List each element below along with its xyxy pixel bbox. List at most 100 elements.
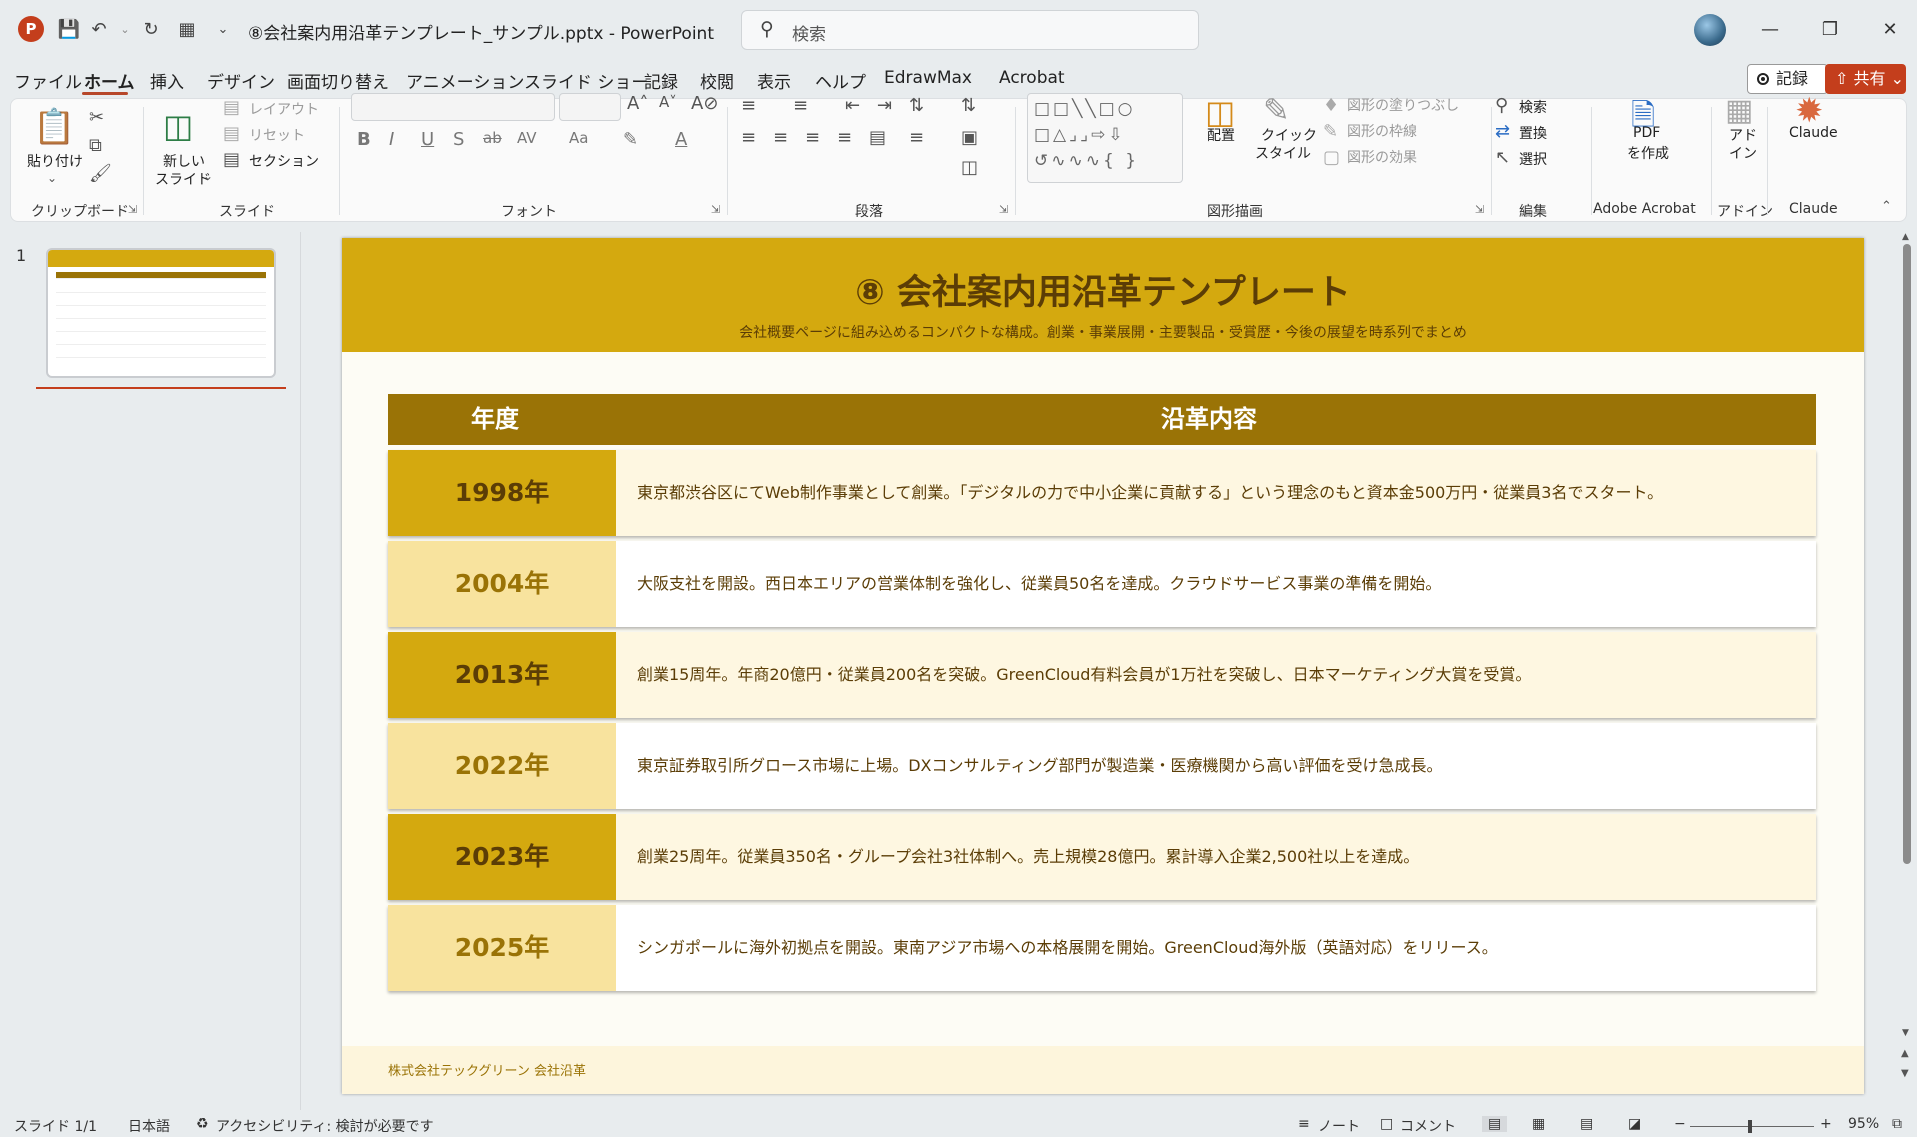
table-row[interactable]: 2025年 シンガポールに海外初拠点を開設。東南アジア市場への本格展開を開始。G… <box>388 905 1816 991</box>
tab-design[interactable]: デザイン <box>207 68 275 93</box>
language-indicator[interactable]: 日本語 <box>128 1116 170 1136</box>
align-right-icon[interactable]: ≡ <box>805 127 820 148</box>
paragraph-launcher-icon[interactable]: ⇲ <box>999 203 1008 216</box>
clipboard-launcher-icon[interactable]: ⇲ <box>128 203 137 216</box>
font-color-icon[interactable]: A <box>675 129 687 150</box>
next-slide-icon[interactable]: ▼ <box>1901 1068 1909 1079</box>
font-launcher-icon[interactable]: ⇲ <box>711 203 720 216</box>
zoom-out-icon[interactable]: − <box>1674 1116 1686 1132</box>
claude-button[interactable]: Claude <box>1789 125 1838 141</box>
smartart-icon[interactable]: ◫ <box>961 157 978 178</box>
increase-indent-icon[interactable]: ⇥ <box>877 95 892 116</box>
scroll-up-icon[interactable]: ▲ <box>1902 232 1909 242</box>
vertical-scrollbar[interactable]: ▲ ▼ ▲ ▼ <box>1898 232 1917 1110</box>
share-button[interactable]: ⇧ 共有 ⌄ <box>1825 64 1906 94</box>
tab-animations[interactable]: アニメーション <box>406 68 524 93</box>
accessibility-status[interactable]: アクセシビリティ: 検討が必要です <box>216 1116 434 1136</box>
bold-icon[interactable]: B <box>357 129 371 150</box>
reading-view-icon[interactable]: ▤ <box>1580 1116 1593 1132</box>
highlight-icon[interactable]: ✎ <box>623 129 638 150</box>
previous-slide-icon[interactable]: ▲ <box>1901 1048 1909 1059</box>
char-spacing-icon[interactable]: AV <box>517 129 537 147</box>
comments-button[interactable]: コメント <box>1400 1116 1456 1136</box>
section-icon[interactable]: ▤ <box>223 149 240 170</box>
align-left-icon[interactable]: ≡ <box>741 127 756 148</box>
new-slide-icon[interactable]: ◫ <box>163 107 193 145</box>
cut-icon[interactable]: ✂ <box>89 107 104 128</box>
replace-icon[interactable]: ⇄ <box>1495 121 1510 142</box>
select-button[interactable]: 選択 <box>1519 149 1547 169</box>
fit-to-window-icon[interactable]: ⧉ <box>1892 1116 1902 1132</box>
clear-format-icon[interactable]: A⊘ <box>691 93 718 114</box>
tab-edrawmax[interactable]: EdrawMax <box>884 68 972 88</box>
table-row[interactable]: 2022年 東京証券取引所グロース市場に上場。DXコンサルティング部門が製造業・… <box>388 723 1816 809</box>
scrollbar-thumb[interactable] <box>1903 244 1911 864</box>
paste-dropdown-icon[interactable]: ⌄ <box>47 171 57 185</box>
new-slide-label[interactable]: 新しい <box>163 151 205 171</box>
font-name-combo[interactable] <box>351 93 555 121</box>
align-center-icon[interactable]: ≡ <box>773 127 788 148</box>
numbering-icon[interactable]: ≡ <box>793 95 808 116</box>
tab-review[interactable]: 校閲 <box>700 68 734 93</box>
table-row[interactable]: 1998年 東京都渋谷区にてWeb制作事業として創業。「デジタルの力で中小企業に… <box>388 450 1816 536</box>
create-pdf-label-2[interactable]: を作成 <box>1627 143 1669 163</box>
record-button[interactable]: 記録 <box>1747 64 1828 94</box>
text-direction-icon[interactable]: ⇅ <box>961 95 976 116</box>
collapse-ribbon-icon[interactable]: ⌃ <box>1881 199 1892 214</box>
table-row[interactable]: 2023年 創業25周年。従業員350名・グループ会社3社体制へ。売上規模28億… <box>388 814 1816 900</box>
shapes-gallery[interactable]: □□╲╲□○ □△⌟⌟⇨⇩ ↺∿∿∿{ } <box>1027 93 1183 183</box>
font-size-combo[interactable] <box>559 93 621 121</box>
footer-text[interactable]: 株式会社テックグリーン 会社沿革 <box>388 1060 586 1079</box>
copy-icon[interactable]: ⧉ <box>89 135 102 156</box>
scroll-down-icon[interactable]: ▼ <box>1902 1028 1909 1038</box>
undo-icon[interactable]: ↶ <box>86 16 112 42</box>
format-painter-icon[interactable]: 🖌 <box>89 163 112 184</box>
zoom-slider-thumb[interactable] <box>1748 1120 1752 1133</box>
paste-button[interactable]: 貼り付け <box>27 151 83 171</box>
justify-icon[interactable]: ≡ <box>837 127 852 148</box>
find-button[interactable]: 検索 <box>1519 97 1547 117</box>
underline-icon[interactable]: U <box>421 129 434 150</box>
tab-help[interactable]: ヘルプ <box>815 68 866 93</box>
restore-button[interactable]: ❐ <box>1810 14 1850 46</box>
bullets-icon[interactable]: ≡ <box>741 95 756 116</box>
distribute-icon[interactable]: ▤ <box>869 127 886 148</box>
zoom-level[interactable]: 95% <box>1848 1116 1879 1132</box>
present-from-start-icon[interactable]: ▦ <box>174 16 200 42</box>
close-button[interactable]: ✕ <box>1870 14 1910 46</box>
replace-button[interactable]: 置換 <box>1519 123 1547 143</box>
customize-qat-icon[interactable]: ⌄ <box>210 16 236 42</box>
slide-title[interactable]: ⑧ 会社案内用沿革テンプレート <box>342 264 1864 315</box>
tab-acrobat[interactable]: Acrobat <box>999 68 1065 88</box>
section-button[interactable]: セクション <box>249 151 319 171</box>
new-slide-dropdown-icon[interactable]: ⌄ <box>203 169 213 183</box>
avatar[interactable] <box>1694 14 1726 46</box>
slide-sorter-icon[interactable]: ▦ <box>1532 1116 1545 1132</box>
normal-view-icon[interactable]: ▤ <box>1482 1116 1508 1132</box>
align-text-icon[interactable]: ▣ <box>961 127 978 148</box>
select-icon[interactable]: ↖ <box>1495 147 1510 168</box>
find-icon[interactable]: ⚲ <box>1495 95 1508 116</box>
shadow-icon[interactable]: S <box>453 129 464 150</box>
slide[interactable]: ⑧ 会社案内用沿革テンプレート 会社概要ページに組み込めるコンパクトな構成。創業… <box>342 238 1864 1094</box>
tab-view[interactable]: 表示 <box>757 68 791 93</box>
table-row[interactable]: 2013年 創業15周年。年商20億円・従業員200名を突破。GreenClou… <box>388 632 1816 718</box>
search-box[interactable]: ⚲ 検索 <box>741 10 1199 50</box>
tab-record[interactable]: 記録 <box>644 68 678 93</box>
minimize-button[interactable]: — <box>1750 14 1790 46</box>
zoom-in-icon[interactable]: + <box>1820 1116 1832 1132</box>
create-pdf-label[interactable]: PDF <box>1633 125 1660 141</box>
arrange-button[interactable]: 配置 <box>1207 125 1235 145</box>
tab-insert[interactable]: 挿入 <box>150 68 184 93</box>
zoom-slider[interactable] <box>1690 1126 1814 1127</box>
change-case-icon[interactable]: Aa <box>569 129 588 147</box>
strikethrough-icon[interactable]: ab <box>483 129 502 147</box>
save-icon[interactable]: 💾 <box>56 16 82 42</box>
columns-icon[interactable]: ≡ <box>909 127 924 148</box>
drawing-launcher-icon[interactable]: ⇲ <box>1475 203 1484 216</box>
decrease-indent-icon[interactable]: ⇤ <box>845 95 860 116</box>
undo-dropdown-icon[interactable]: ⌄ <box>112 16 138 42</box>
tab-file[interactable]: ファイル <box>14 68 82 93</box>
notes-button[interactable]: ノート <box>1318 1116 1360 1136</box>
italic-icon[interactable]: I <box>389 129 394 150</box>
